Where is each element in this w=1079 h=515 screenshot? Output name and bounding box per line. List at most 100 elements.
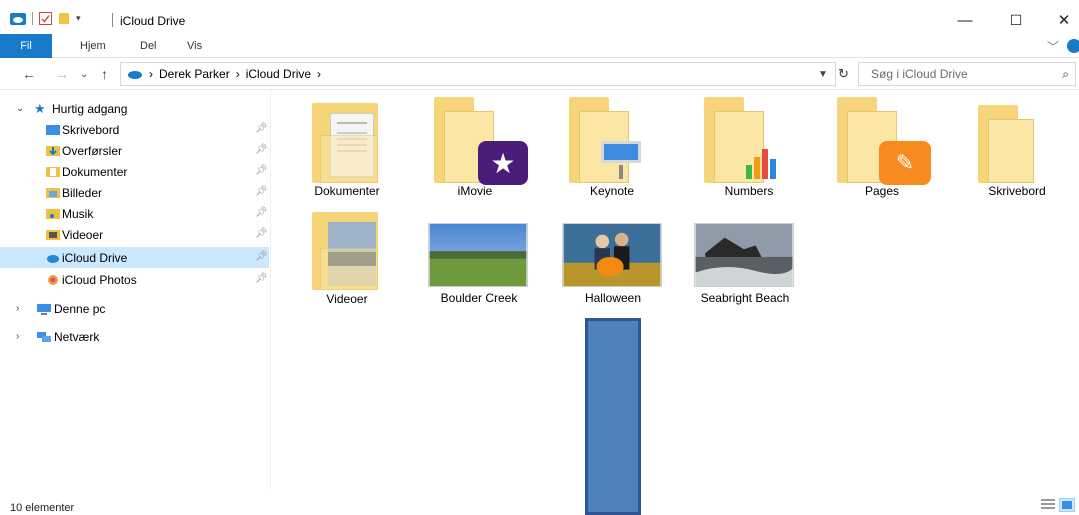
folder-item[interactable]: Videoer	[282, 210, 412, 310]
item-label: Halloween	[584, 291, 642, 305]
breadcrumb-item[interactable]: Derek Parker	[159, 67, 230, 81]
nav-label: Hurtig adgang	[52, 101, 128, 116]
chevron-right-icon[interactable]: ›	[16, 331, 19, 342]
help-icon[interactable]	[1067, 39, 1079, 53]
photos-icon	[48, 274, 58, 285]
expand-ribbon-icon[interactable]: ﹀	[1047, 38, 1059, 55]
chevron-right-icon[interactable]: ›	[16, 303, 19, 314]
nav-label: Denne pc	[54, 301, 106, 316]
photo-item[interactable]: Boulder Creek	[414, 223, 544, 313]
search-icon[interactable]: ⌕	[1062, 67, 1069, 82]
item-label: Dokumenter	[314, 184, 380, 198]
up-button[interactable]: ↑	[101, 66, 108, 82]
desktop-icon	[46, 124, 60, 135]
divider	[112, 13, 113, 27]
customize-toolbar-icon[interactable]: ▾	[76, 13, 81, 24]
folder-item[interactable]: Skrivebord	[952, 95, 1079, 205]
window-title: iCloud Drive	[120, 14, 186, 28]
forward-button[interactable]: →	[55, 66, 69, 82]
tab-view[interactable]: Vis	[187, 40, 202, 52]
chevron-right-icon[interactable]: ›	[149, 67, 153, 81]
item-label: Boulder Creek	[440, 291, 518, 305]
breadcrumb-item[interactable]: iCloud Drive	[246, 67, 311, 81]
nav-item-pictures[interactable]: Billeder 📌︎	[0, 182, 269, 203]
address-bar: ← → ⌄ ↑ › Derek Parker › iCloud Drive › …	[0, 58, 1079, 90]
back-button[interactable]: ←	[22, 66, 36, 82]
photo-thumbnail	[428, 223, 528, 287]
item-label: Skrivebord	[988, 184, 1046, 198]
nav-item-downloads[interactable]: Overførsler 📌︎	[0, 140, 269, 161]
chevron-down-icon[interactable]: ⌄	[16, 103, 24, 114]
photo-thumbnail	[694, 223, 794, 287]
nav-item-desktop[interactable]: Skrivebord 📌︎	[0, 119, 269, 140]
pin-icon[interactable]: 📌︎	[255, 123, 268, 134]
pin-icon[interactable]: 📌︎	[255, 251, 268, 262]
nav-item-documents[interactable]: Dokumenter 📌︎	[0, 161, 269, 182]
pin-icon[interactable]: 📌︎	[255, 165, 268, 176]
large-icons-view-icon[interactable]	[1059, 498, 1075, 512]
nav-label: iCloud Drive	[62, 250, 128, 265]
folder-front	[988, 119, 1034, 183]
nav-quick-access[interactable]: ⌄ ★ Hurtig adgang	[0, 98, 269, 119]
title-bar: ▾ iCloud Drive — ☐ ✕	[0, 0, 1079, 34]
documents-icon	[46, 166, 60, 177]
music-icon	[46, 208, 60, 219]
icloud-icon	[47, 254, 59, 263]
icloud-icon[interactable]	[10, 12, 26, 25]
chevron-down-icon[interactable]: ▼	[818, 69, 828, 80]
details-view-icon[interactable]	[1041, 498, 1055, 510]
pin-icon[interactable]: 📌︎	[255, 207, 268, 218]
nav-item-icloud-drive[interactable]: iCloud Drive 📌︎	[0, 247, 269, 268]
folder-item[interactable]: Dokumenter	[282, 95, 412, 205]
refresh-icon[interactable]: ↻	[838, 66, 849, 82]
folder-item[interactable]: Keynote	[547, 95, 677, 205]
pin-icon[interactable]: 📌︎	[255, 144, 268, 155]
tab-share[interactable]: Del	[140, 40, 157, 52]
nav-this-pc[interactable]: › Denne pc	[0, 298, 269, 319]
nav-label: iCloud Photos	[62, 272, 137, 287]
photo-item[interactable]: Halloween	[548, 223, 678, 313]
search-input[interactable]: Søg i iCloud Drive ⌕	[858, 62, 1076, 86]
tab-file[interactable]: Fil	[0, 34, 52, 58]
pin-icon[interactable]: 📌︎	[255, 186, 268, 197]
folder-item[interactable]: ★ iMovie	[410, 95, 540, 205]
item-label: Numbers	[724, 184, 774, 198]
new-folder-icon[interactable]	[58, 12, 70, 25]
maximize-button[interactable]: ☐	[1001, 8, 1031, 32]
nav-label: Billeder	[62, 185, 103, 200]
item-label: Videoer	[326, 292, 368, 306]
folder-item[interactable]: ✎ Pages	[817, 95, 947, 205]
nav-label: Netværk	[54, 329, 100, 344]
nav-item-music[interactable]: Musik 📌︎	[0, 203, 269, 224]
item-label: Pages	[864, 184, 900, 198]
view-switcher	[1041, 498, 1075, 512]
nav-label: Videoer	[62, 227, 104, 242]
search-placeholder: Søg i iCloud Drive	[871, 67, 968, 81]
pin-icon[interactable]: 📌︎	[255, 228, 268, 239]
divider	[32, 12, 33, 25]
minimize-button[interactable]: —	[950, 8, 980, 32]
chevron-right-icon[interactable]: ›	[317, 67, 321, 81]
videos-icon	[46, 229, 60, 240]
close-button[interactable]: ✕	[1049, 8, 1079, 32]
item-label: Seabright Beach	[700, 291, 790, 305]
item-label: Keynote	[589, 184, 635, 198]
quick-access-toolbar: ▾	[10, 12, 81, 25]
properties-icon[interactable]	[39, 12, 52, 25]
pin-icon[interactable]: 📌︎	[255, 273, 268, 284]
chevron-right-icon[interactable]: ›	[236, 67, 240, 81]
pages-icon: ✎	[879, 141, 931, 185]
keynote-stand	[619, 165, 623, 179]
ribbon: Fil Hjem Del Vis ﹀	[0, 34, 1079, 58]
nav-item-videos[interactable]: Videoer 📌︎	[0, 224, 269, 245]
nav-network[interactable]: › Netværk	[0, 326, 269, 347]
recent-locations-button[interactable]: ⌄	[80, 69, 88, 80]
nav-item-icloud-photos[interactable]: iCloud Photos 📌︎	[0, 269, 269, 290]
photo-item[interactable]: Seabright Beach	[680, 223, 810, 313]
tab-home[interactable]: Hjem	[80, 40, 106, 52]
address-field[interactable]: › Derek Parker › iCloud Drive ›	[120, 62, 836, 86]
folder-item[interactable]: Numbers	[684, 95, 814, 205]
nav-label: Skrivebord	[62, 122, 120, 137]
photo-thumbnail	[562, 223, 662, 287]
downloads-icon	[46, 145, 60, 156]
